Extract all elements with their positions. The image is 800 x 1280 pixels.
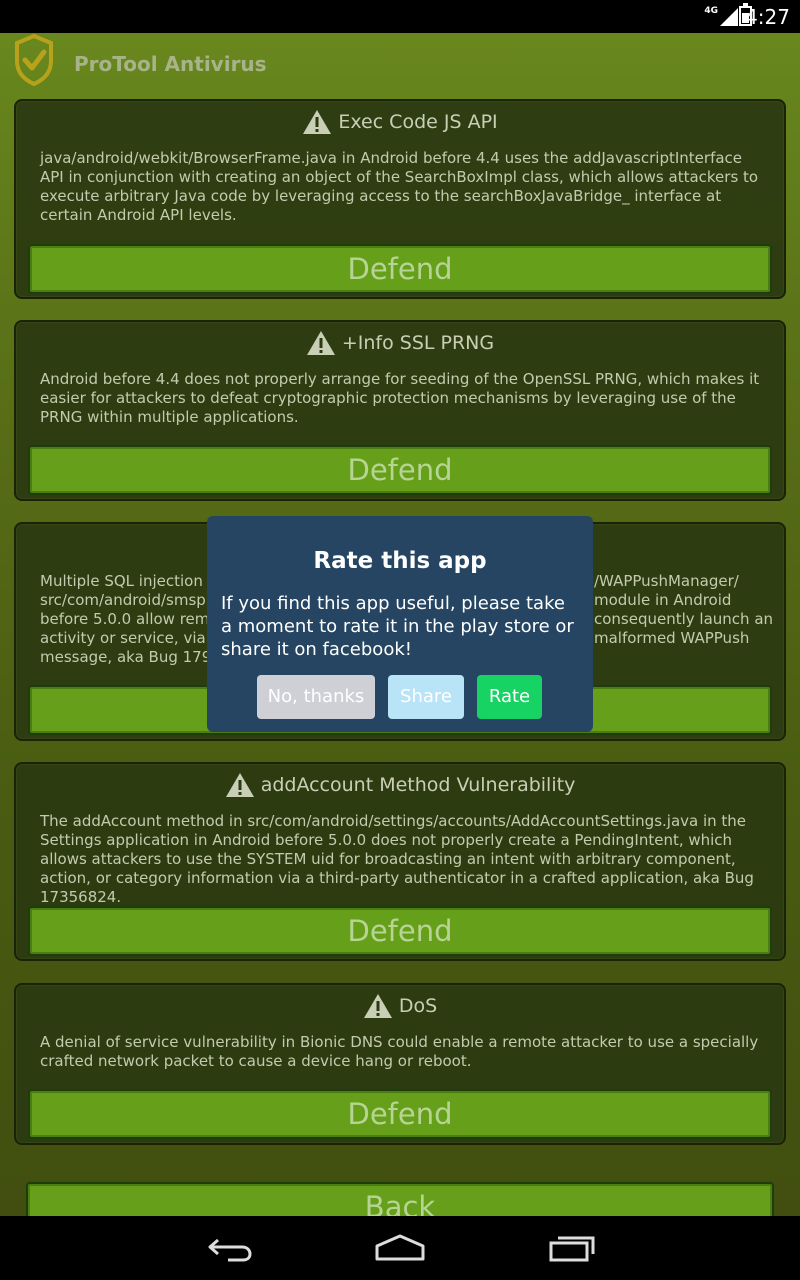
card-description: The addAccount method in src/com/android… [40,812,754,906]
vulnerability-card: Exec Code JS API java/android/webkit/Bro… [14,99,786,299]
signal-icon [720,8,738,26]
navigation-bar [0,1216,800,1280]
network-type: 4G [704,6,718,16]
card-description: A denial of service vulnerability in Bio… [40,1033,759,1070]
card-description-right: /WAPPushManager/ module in Android conse… [594,572,774,647]
rate-dialog: Rate this app If you find this app usefu… [207,516,593,732]
status-bar: 4G 4:27 [0,0,800,33]
card-description: java/android/webkit/BrowserFrame.java in… [40,149,759,224]
home-icon[interactable] [374,1232,426,1264]
card-title: Exec Code JS API [338,111,498,133]
card-header: Exec Code JS API [16,109,784,135]
warning-icon [306,331,335,355]
vulnerability-card: DoS A denial of service vulnerability in… [14,983,786,1145]
warning-icon [363,994,392,1018]
vulnerability-card: addAccount Method Vulnerability The addA… [14,762,786,961]
card-title: addAccount Method Vulnerability [260,774,576,796]
warning-icon [225,773,254,797]
no-thanks-button[interactable]: No, thanks [257,675,375,719]
card-header: addAccount Method Vulnerability [16,772,784,798]
card-header: DoS [16,993,784,1019]
defend-button[interactable]: Defend [28,445,772,495]
clock: 4:27 [745,5,790,29]
share-button[interactable]: Share [388,675,464,719]
card-title: +Info SSL PRNG [341,332,495,354]
shield-check-icon [15,33,53,87]
card-description-left: Multiple SQL injection v src/com/android… [40,572,226,666]
back-icon[interactable] [206,1232,254,1264]
card-header: +Info SSL PRNG [16,330,784,356]
warning-icon [303,110,332,134]
rate-button[interactable]: Rate [477,675,542,719]
vulnerability-card: +Info SSL PRNG Android before 4.4 does n… [14,320,786,501]
defend-button[interactable]: Defend [28,906,772,956]
card-title: DoS [398,995,438,1017]
dialog-message: If you find this app useful, please take… [221,593,574,660]
app-title: ProTool Antivirus [74,52,267,76]
app-bar: ProTool Antivirus [0,33,800,95]
dialog-title: Rate this app [313,548,487,574]
card-description: Android before 4.4 does not properly arr… [40,370,760,426]
defend-button[interactable]: Defend [28,244,772,294]
recents-icon[interactable] [548,1232,596,1264]
defend-button[interactable]: Defend [28,1089,772,1139]
